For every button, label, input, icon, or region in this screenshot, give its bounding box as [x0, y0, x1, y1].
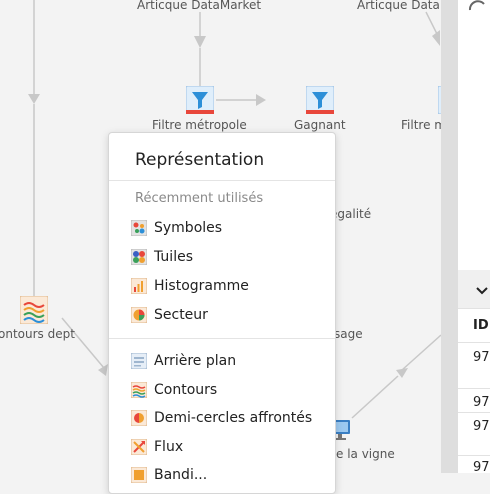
menu-item-label: Histogramme [154, 278, 249, 294]
representation-menu: Représentation Récemment utilisés Symbol… [108, 132, 336, 494]
table-row-divider [458, 388, 490, 389]
menu-divider [109, 338, 335, 339]
table-row-divider [458, 455, 490, 456]
menu-title: Représentation [135, 150, 265, 170]
partial-icon [131, 467, 147, 483]
table-row-divider [458, 308, 490, 309]
panel-splitter[interactable] [441, 0, 458, 473]
node-label-la-vigne: e la vigne [336, 447, 395, 461]
menu-item-demi-cercles[interactable]: Demi-cercles affrontés [131, 405, 331, 431]
menu-item-label: Flux [154, 439, 184, 455]
table-cell-id: 97 [473, 419, 490, 434]
column-header-id[interactable]: ID [473, 318, 489, 333]
contours-node-dept[interactable] [20, 296, 48, 324]
menu-item-flux[interactable]: Flux [131, 434, 331, 460]
loading-arc-icon [468, 0, 485, 11]
node-label-filtre-metropole: Filtre métropole [152, 118, 247, 132]
data-table-panel: ID 97 97 97 97 [458, 0, 490, 475]
node-label-filtre-right: Filtre m [401, 118, 441, 132]
menu-item-contours[interactable]: Contours [131, 377, 331, 403]
sector-icon [131, 307, 147, 323]
table-row-divider [458, 412, 490, 413]
filter-node-metropole[interactable] [186, 86, 214, 114]
menu-item-label: Tuiles [154, 249, 193, 265]
flux-icon [131, 439, 147, 455]
menu-item-secteur[interactable]: Secteur [131, 302, 331, 328]
node-label-contours-dept: ontours dept [0, 327, 75, 341]
symbols-icon [131, 220, 147, 236]
menu-item-label: Demi-cercles affrontés [154, 410, 313, 426]
table-row-divider [458, 342, 490, 343]
node-label-datamarket-1: Articque DataMarket [137, 0, 262, 12]
menu-item-label: Arrière plan [154, 353, 237, 369]
filter-node-gagnant[interactable] [306, 86, 334, 114]
menu-item-tuiles[interactable]: Tuiles [131, 244, 331, 270]
histogram-icon [131, 278, 147, 294]
half-circles-icon [131, 410, 147, 426]
menu-item-label: Contours [154, 382, 218, 398]
menu-item-arriere-plan[interactable]: Arrière plan [131, 348, 331, 374]
node-label-sage: sage [334, 327, 363, 341]
menu-item-label: Secteur [154, 307, 208, 323]
table-cell-id: 97 [473, 395, 490, 410]
menu-item-histogramme[interactable]: Histogramme [131, 273, 331, 299]
background-icon [131, 353, 147, 369]
menu-item-symboles[interactable]: Symboles [131, 215, 331, 241]
node-label-egalite: egalité [330, 207, 372, 221]
section-recent-label: Récemment utilisés [135, 191, 264, 206]
table-cell-id: 97 [473, 350, 490, 365]
filter-icon [306, 86, 334, 114]
filter-icon [186, 86, 214, 114]
menu-item-label: Bandi... [154, 467, 208, 483]
tiles-icon [131, 249, 147, 265]
menu-item-label: Symboles [154, 220, 223, 236]
node-label-datamarket-2: Articque DataMarket [357, 0, 441, 12]
contours-icon [131, 382, 147, 398]
node-label-gagnant: Gagnant [294, 118, 346, 132]
chevron-down-icon[interactable] [476, 286, 488, 296]
menu-divider [109, 180, 335, 181]
menu-item-bandi[interactable]: Bandi... [131, 462, 331, 488]
contours-icon [20, 296, 48, 324]
